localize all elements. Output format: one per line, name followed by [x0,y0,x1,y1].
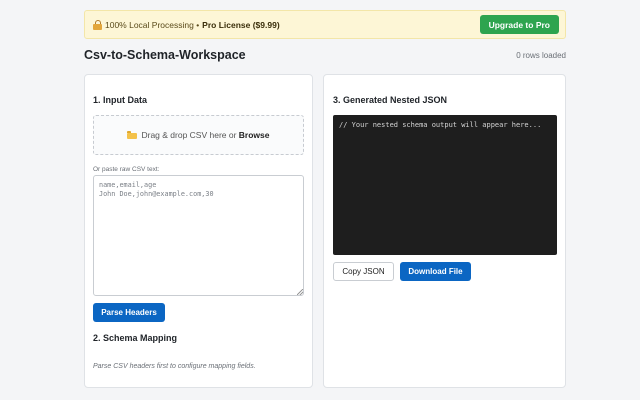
dropzone-text: Drag & drop CSV here or Browse [141,130,270,140]
output-card: 3. Generated Nested JSON // Your nested … [323,74,566,388]
csv-dropzone[interactable]: Drag & drop CSV here or Browse [93,115,304,155]
copy-json-button[interactable]: Copy JSON [333,262,394,281]
local-processing-text: 100% Local Processing • [105,19,200,30]
row-count: 0 rows loaded [516,51,566,60]
page-title: Csv-to-Schema-Workspace [84,48,246,62]
textarea-resize-handle[interactable] [297,289,303,295]
upgrade-button[interactable]: Upgrade to Pro [479,15,559,34]
license-text: Pro License ($9.99) [202,19,280,30]
json-output[interactable]: // Your nested schema output will appear… [333,115,557,255]
lock-icon [93,19,102,30]
output-section-title: 3. Generated Nested JSON [333,95,448,105]
banner-info: 100% Local Processing • Pro License ($9.… [93,19,280,30]
mapping-section-title: 2. Schema Mapping [93,333,178,343]
input-card: 1. Input Data Drag & drop CSV here or Br… [84,74,313,388]
mapping-hint: Parse CSV headers first to configure map… [93,363,256,370]
paste-label: Or paste raw CSV text: [93,166,160,173]
folder-icon [127,131,138,139]
download-file-button[interactable]: Download File [400,262,471,281]
browse-link[interactable]: Browse [239,130,270,140]
license-banner: 100% Local Processing • Pro License ($9.… [84,10,566,39]
raw-csv-input[interactable] [93,175,304,296]
parse-headers-button[interactable]: Parse Headers [93,303,165,322]
input-section-title: 1. Input Data [93,95,148,105]
